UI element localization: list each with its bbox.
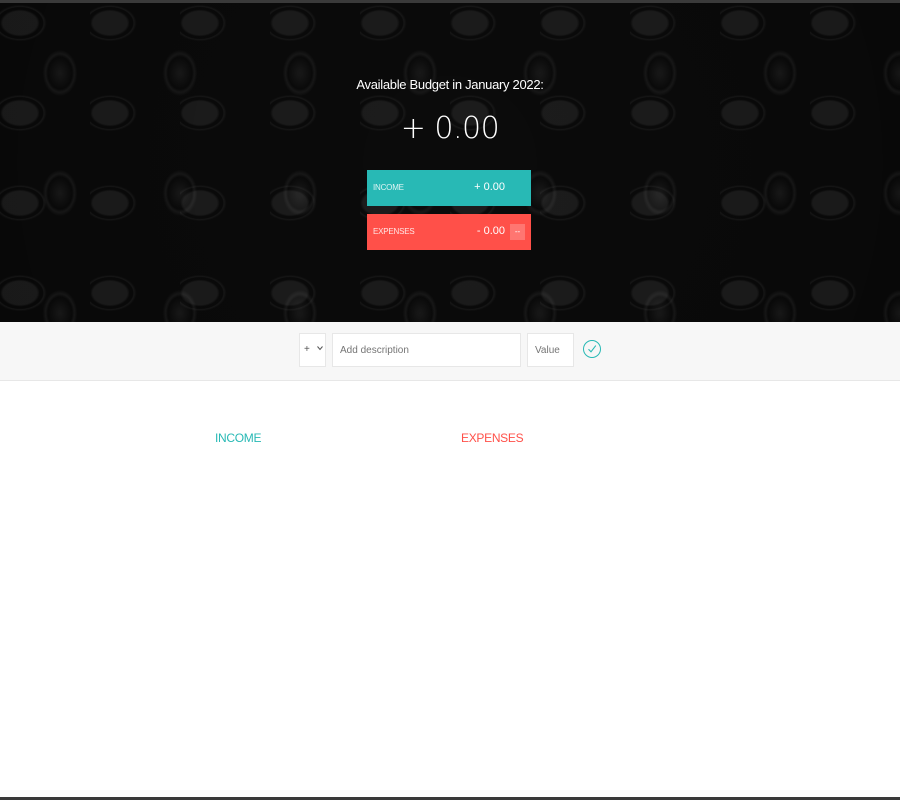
check-circle-icon <box>588 345 597 353</box>
budget-total: + 0.00 <box>400 111 500 146</box>
expenses-list-title: EXPENSES <box>461 431 524 445</box>
income-summary-value: + 0.00 <box>474 181 505 193</box>
budget-title: Available Budget in January 2022: <box>356 77 544 92</box>
expenses-percentage-badge: -- <box>510 224 525 240</box>
value-input[interactable] <box>527 333 574 367</box>
add-item-button[interactable] <box>583 340 601 358</box>
budget-header: Available Budget in January 2022: + 0.00… <box>0 3 900 322</box>
income-summary-label: INCOME <box>373 183 404 192</box>
add-item-bar: + <box>0 322 900 381</box>
income-summary: INCOME + 0.00 <box>367 170 531 206</box>
expenses-summary-label: EXPENSES <box>373 227 415 236</box>
type-select[interactable]: + <box>299 333 326 367</box>
expenses-summary-value: - 0.00 <box>476 225 505 237</box>
chevron-down-icon <box>317 344 323 353</box>
type-select-value: + <box>304 344 310 355</box>
income-list-title: INCOME <box>215 431 262 445</box>
description-input[interactable] <box>332 333 521 367</box>
expenses-summary: EXPENSES - 0.00 -- <box>367 214 531 250</box>
